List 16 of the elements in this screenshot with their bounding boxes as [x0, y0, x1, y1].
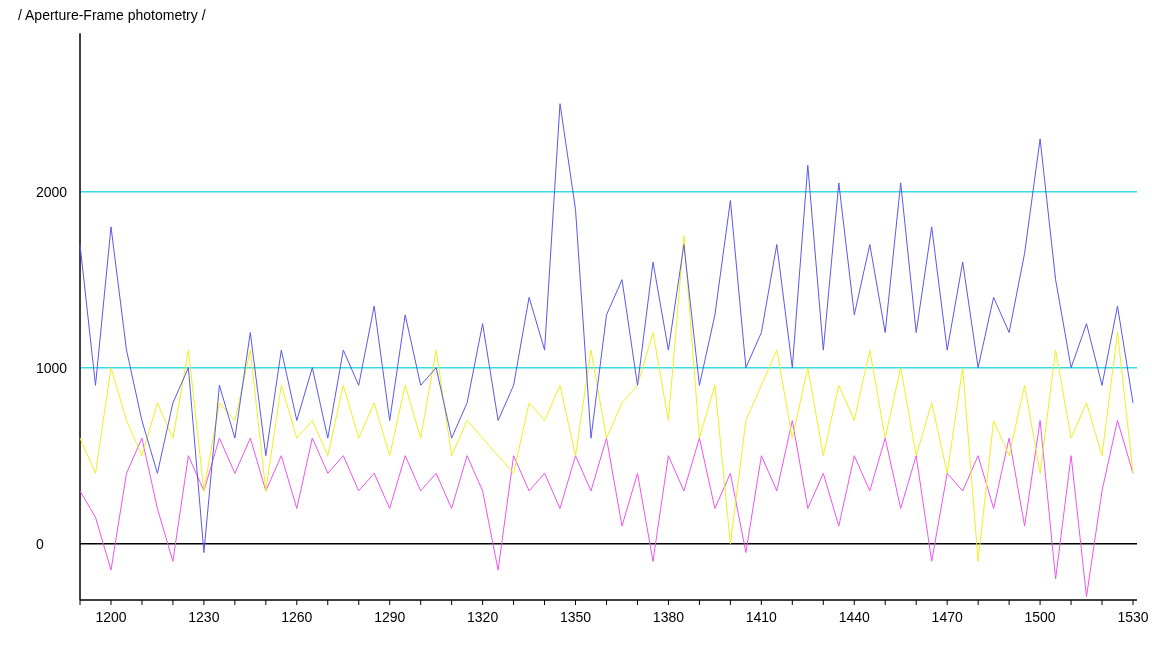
x-tick-label: 1290 [374, 609, 406, 625]
x-tick-label: 1380 [652, 609, 684, 625]
x-tick-label: 1350 [559, 609, 592, 625]
y-tick-label: 2000 [36, 183, 68, 200]
y-tick-label: 1000 [36, 359, 68, 376]
x-tick-label: 1440 [838, 609, 870, 625]
x-tick-label: 1320 [467, 609, 499, 625]
chart-title: / Aperture-Frame photometry / [18, 7, 206, 23]
x-tick-label: 1260 [281, 609, 313, 625]
x-tick-label: 1500 [1024, 609, 1056, 625]
x-tick-label: 1410 [745, 609, 777, 625]
y-tick-label: 0 [36, 535, 44, 552]
x-tick-label: 1200 [95, 609, 127, 625]
x-tick-label: 1470 [931, 609, 963, 625]
x-tick-label: 1230 [188, 609, 220, 625]
x-tick-label: 1530 [1117, 609, 1149, 625]
